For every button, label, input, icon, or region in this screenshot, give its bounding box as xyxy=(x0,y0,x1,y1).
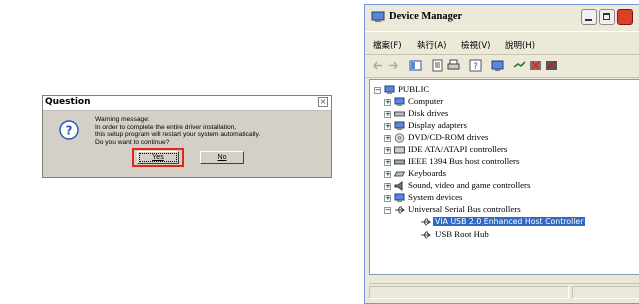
uninstall-icon[interactable] xyxy=(529,59,542,72)
expand-icon[interactable]: + xyxy=(384,123,391,130)
menu-bar: 檔案(F) 執行(A) 檢視(V) 說明(H) xyxy=(365,31,639,55)
system-device-icon xyxy=(394,193,405,202)
menu-action[interactable]: 執行(A) xyxy=(417,39,446,51)
expand-icon[interactable]: + xyxy=(384,111,391,118)
usb-icon xyxy=(421,231,431,239)
scan-hardware-icon[interactable] xyxy=(491,59,504,72)
computer-icon xyxy=(394,97,405,106)
expand-icon[interactable]: + xyxy=(384,159,391,166)
usb-icon xyxy=(395,206,405,214)
ieee1394-controller-icon xyxy=(394,159,405,165)
tree-item-label: Disk drives xyxy=(408,108,449,118)
no-button-label: No xyxy=(217,154,227,161)
back-arrow-icon[interactable] xyxy=(371,59,384,72)
close-icon[interactable]: × xyxy=(318,97,328,107)
tree-item-label: Display adapters xyxy=(408,120,467,130)
window-title: Device Manager xyxy=(389,11,463,22)
selected-item-label: VIA USB 2.0 Enhanced Host Controller xyxy=(433,217,586,226)
device-manager-window: Device Manager 檔案(F) 執行(A) 檢視(V) 說明(H) ?… xyxy=(364,4,639,304)
show-hide-tree-icon[interactable] xyxy=(409,59,422,72)
status-bar xyxy=(369,283,639,302)
print-icon[interactable] xyxy=(447,59,460,72)
expand-icon[interactable]: + xyxy=(384,135,391,142)
collapse-icon[interactable]: − xyxy=(374,87,381,94)
keyboard-icon xyxy=(394,171,405,177)
tree-item-label: IEEE 1394 Bus host controllers xyxy=(408,156,520,166)
menu-view[interactable]: 檢視(V) xyxy=(461,39,490,51)
yes-button-highlight: Yes xyxy=(132,148,184,167)
expand-icon[interactable]: + xyxy=(384,183,391,190)
dialog-title: Question xyxy=(45,97,91,107)
expand-icon[interactable]: + xyxy=(384,99,391,106)
help-icon[interactable]: ? xyxy=(469,59,482,72)
svg-text:?: ? xyxy=(473,62,478,72)
device-manager-icon xyxy=(371,11,385,22)
window-title-bar: Device Manager xyxy=(365,5,639,29)
cd-rom-icon xyxy=(394,133,405,143)
dialog-title-bar: Question × xyxy=(43,96,331,111)
message-line: Warning message: xyxy=(95,116,150,123)
maximize-icon[interactable] xyxy=(599,9,615,25)
tree-item-label: Sound, video and game controllers xyxy=(408,180,531,190)
message-line: In order to complete the entire driver i… xyxy=(95,123,237,131)
display-adapter-icon xyxy=(394,121,405,130)
tree-item-label: DVD/CD-ROM drives xyxy=(408,132,489,142)
question-icon: ? xyxy=(59,120,79,140)
computer-icon xyxy=(384,85,395,94)
window-close-icon[interactable] xyxy=(617,9,633,25)
no-button[interactable]: No xyxy=(200,151,244,164)
question-dialog: Question × ? Warning message: In order t… xyxy=(42,95,332,178)
tree-item-label: Computer xyxy=(408,96,444,106)
status-pane xyxy=(369,286,569,299)
disable-device-icon[interactable] xyxy=(545,59,558,72)
menu-help[interactable]: 說明(H) xyxy=(505,39,535,51)
properties-icon[interactable] xyxy=(431,59,444,72)
toolbar: ? xyxy=(365,55,639,78)
dialog-message: Warning message: In order to complete th… xyxy=(95,116,331,146)
message-line: Do you want to continue? xyxy=(95,138,170,146)
device-tree: − PUBLIC + Computer + Disk drives + Disp… xyxy=(369,79,639,275)
tree-item-label: USB Root Hub xyxy=(435,229,489,239)
sound-controller-icon xyxy=(394,181,403,191)
menu-file[interactable]: 檔案(F) xyxy=(373,39,402,51)
ide-controller-icon xyxy=(394,146,405,154)
tree-item-label: System devices xyxy=(408,192,463,202)
tree-item-label: Keyboards xyxy=(408,168,447,178)
status-pane xyxy=(572,286,639,299)
update-driver-icon[interactable] xyxy=(513,59,526,72)
collapse-icon[interactable]: − xyxy=(384,207,391,214)
forward-arrow-icon[interactable] xyxy=(387,59,400,72)
yes-button[interactable]: Yes xyxy=(137,151,179,164)
expand-icon[interactable]: + xyxy=(384,147,391,154)
tree-item-label: Universal Serial Bus controllers xyxy=(408,204,521,214)
svg-text:?: ? xyxy=(66,124,73,138)
expand-icon[interactable]: + xyxy=(384,195,391,202)
tree-root-label: PUBLIC xyxy=(398,84,430,94)
minimize-icon[interactable] xyxy=(581,9,597,25)
disk-drive-icon xyxy=(394,111,405,117)
yes-button-label: Yes xyxy=(152,154,164,161)
usb-icon xyxy=(421,218,431,226)
message-line: this setup program will restart your sys… xyxy=(95,131,261,139)
tree-item-label: IDE ATA/ATAPI controllers xyxy=(408,144,508,154)
expand-icon[interactable]: + xyxy=(384,171,391,178)
